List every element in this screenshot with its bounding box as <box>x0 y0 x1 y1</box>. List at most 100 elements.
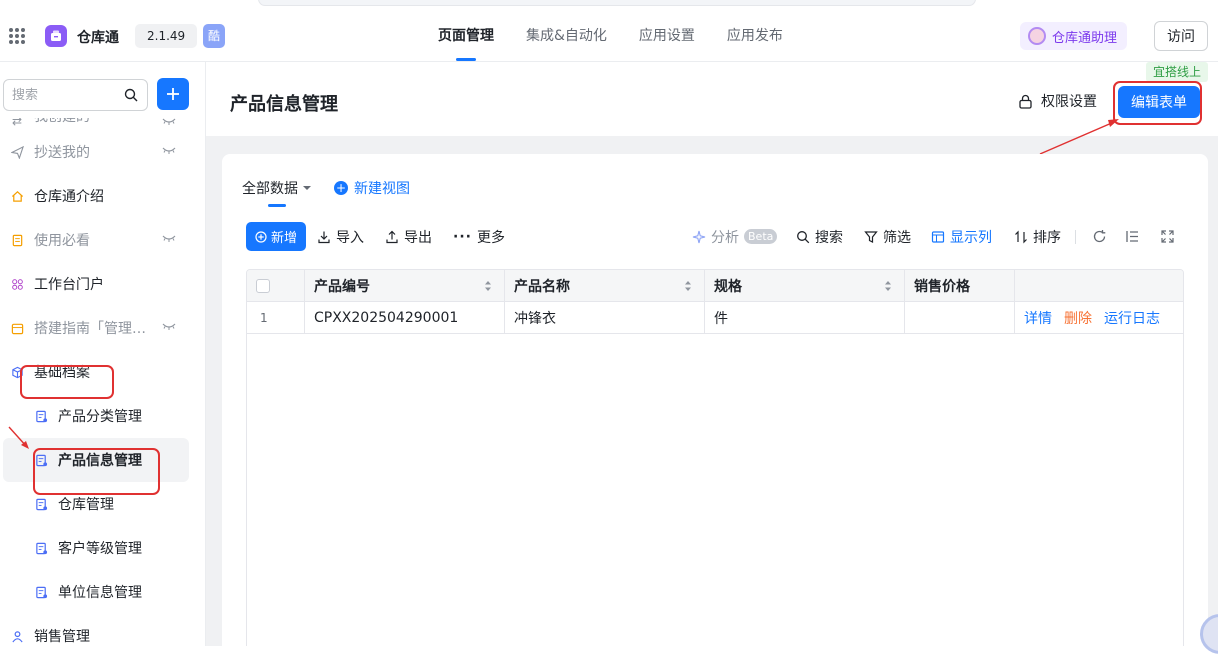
apps-grid-icon[interactable] <box>9 28 25 44</box>
assistant-button[interactable]: 仓库通助理 <box>1020 22 1128 50</box>
cell-product-name[interactable]: 冲锋衣 <box>505 302 705 333</box>
table-header: 产品编号 产品名称 规格 销售价格 <box>247 270 1183 302</box>
form-icon <box>34 409 48 423</box>
sidebar-item-label: 抄送我的 <box>34 145 90 161</box>
sidebar-item-label: 仓库管理 <box>58 497 114 513</box>
plus-circle-icon <box>255 230 267 243</box>
sidebar-item-label: 客户等级管理 <box>58 541 142 557</box>
row-height-icon[interactable] <box>1125 229 1140 244</box>
view-tabs: 全部数据 + 新建视图 <box>242 178 410 207</box>
app-name: 仓库通 <box>77 30 119 46</box>
eye-hidden-icon[interactable] <box>162 323 176 331</box>
sidebar-item-sales[interactable]: 销售管理 <box>0 614 205 646</box>
more-button[interactable]: ··· 更多 <box>453 222 505 251</box>
new-view-label: 新建视图 <box>354 181 410 197</box>
sidebar-item-product-info[interactable]: 产品信息管理 <box>3 438 189 482</box>
sidebar-search <box>3 79 148 111</box>
sparkle-icon <box>692 230 706 243</box>
select-all-checkbox[interactable] <box>256 278 270 293</box>
detail-link[interactable]: 详情 <box>1024 308 1052 328</box>
tab-page-management[interactable]: 页面管理 <box>422 10 510 62</box>
plus-icon <box>167 88 179 100</box>
sidebar-item-intro[interactable]: 仓库通介绍 <box>0 174 205 218</box>
sidebar-item-label: 产品分类管理 <box>58 409 142 425</box>
sidebar-item-basic-archives[interactable]: 基础档案 <box>0 350 205 394</box>
row-index: 1 <box>247 302 305 333</box>
page-title: 产品信息管理 <box>230 94 338 115</box>
filter-label: 筛选 <box>883 229 911 246</box>
sort-arrows-icon[interactable] <box>884 280 892 292</box>
export-button[interactable]: 导出 <box>385 222 432 251</box>
sidebar-item-build-guide[interactable]: 搭建指南「管理员可见」 <box>0 306 205 350</box>
add-record-label: 新增 <box>271 231 298 246</box>
sidebar-item-product-category[interactable]: 产品分类管理 <box>0 394 205 438</box>
home-icon <box>10 189 24 203</box>
new-view-button[interactable]: + 新建视图 <box>334 178 410 198</box>
sort-icon <box>1015 230 1027 243</box>
export-icon <box>386 230 398 243</box>
import-label: 导入 <box>336 229 364 246</box>
eye-hidden-icon[interactable] <box>162 147 176 155</box>
sidebar-item-customer-level[interactable]: 客户等级管理 <box>0 526 205 570</box>
sidebar-item-portal[interactable]: 工作台门户 <box>0 262 205 306</box>
data-card: 全部数据 + 新建视图 新增 导入 导出 ··· 更多 分析 Beta 搜索 筛… <box>222 154 1208 646</box>
sort-arrows-icon[interactable] <box>484 280 492 292</box>
add-record-button[interactable]: 新增 <box>246 222 307 251</box>
tab-app-publish[interactable]: 应用发布 <box>711 10 799 62</box>
cell-product-code[interactable]: CPXX202504290001 <box>305 302 505 333</box>
version-badge[interactable]: 2.1.49 <box>135 24 198 48</box>
tab-app-settings[interactable]: 应用设置 <box>623 10 711 62</box>
fullscreen-icon[interactable] <box>1160 229 1175 244</box>
edit-form-button[interactable]: 编辑表单 <box>1118 86 1200 118</box>
share-icon: ⇄ <box>11 118 23 128</box>
sidebar-item-warehouse[interactable]: 仓库管理 <box>0 482 205 526</box>
sidebar-item-created-by-me[interactable]: ⇄ 我创建的 <box>0 118 205 130</box>
cool-badge: 酷 <box>203 24 225 48</box>
plus-circle-icon: + <box>334 181 348 195</box>
app-logo-icon <box>45 25 67 47</box>
analyze-label: 分析 <box>711 229 739 246</box>
column-header[interactable]: 规格 <box>705 270 905 301</box>
search-button[interactable]: 搜索 <box>796 222 843 251</box>
sort-arrows-icon[interactable] <box>684 280 692 292</box>
permission-settings-button[interactable]: 权限设置 <box>1018 91 1097 111</box>
delete-link[interactable]: 删除 <box>1064 308 1092 328</box>
table-row[interactable]: 1 CPXX202504290001 冲锋衣 件 详情 删除 运行日志 <box>247 302 1183 334</box>
sidebar-item-label: 工作台门户 <box>34 277 104 293</box>
refresh-icon[interactable] <box>1092 229 1107 244</box>
assistant-label: 仓库通助理 <box>1052 30 1118 46</box>
sidebar-item-must-read[interactable]: 使用必看 <box>0 218 205 262</box>
eye-hidden-icon[interactable] <box>162 118 176 126</box>
column-header[interactable]: 销售价格 <box>905 270 1015 301</box>
actions-column-header <box>1015 270 1183 301</box>
filter-button[interactable]: 筛选 <box>864 222 911 251</box>
sidebar-search-input[interactable] <box>4 80 114 110</box>
form-icon <box>34 453 48 467</box>
import-button[interactable]: 导入 <box>317 222 364 251</box>
column-header[interactable]: 产品编号 <box>305 270 505 301</box>
sidebar-item-unit-info[interactable]: 单位信息管理 <box>0 570 205 614</box>
sidebar-list: ⇄ 我创建的 抄送我的 仓库通介绍 使用必看 <box>0 118 205 646</box>
apps-icon <box>10 277 24 291</box>
search-label: 搜索 <box>815 229 843 246</box>
column-header[interactable]: 产品名称 <box>505 270 705 301</box>
permission-settings-label: 权限设置 <box>1041 94 1097 110</box>
hint-tag: 宜搭线上 <box>1146 62 1209 82</box>
show-columns-button[interactable]: 显示列 <box>931 222 992 251</box>
more-dots-icon: ··· <box>453 228 472 245</box>
tab-integration-automation[interactable]: 集成&自动化 <box>510 10 623 62</box>
add-page-button[interactable] <box>157 78 189 110</box>
form-icon <box>34 541 48 555</box>
visit-button[interactable]: 访问 <box>1154 21 1208 51</box>
search-icon[interactable] <box>124 88 138 102</box>
address-bar[interactable] <box>258 0 976 6</box>
sort-label: 排序 <box>1033 229 1061 246</box>
cell-spec[interactable]: 件 <box>705 302 905 333</box>
sort-button[interactable]: 排序 <box>1014 222 1061 251</box>
sidebar-item-cc-me[interactable]: 抄送我的 <box>0 130 205 174</box>
view-all-data-tab[interactable]: 全部数据 <box>242 178 312 207</box>
eye-hidden-icon[interactable] <box>162 235 176 243</box>
cell-sale-price[interactable] <box>905 302 1015 333</box>
run-log-link[interactable]: 运行日志 <box>1104 308 1160 328</box>
analyze-button[interactable]: 分析 Beta <box>692 222 778 251</box>
